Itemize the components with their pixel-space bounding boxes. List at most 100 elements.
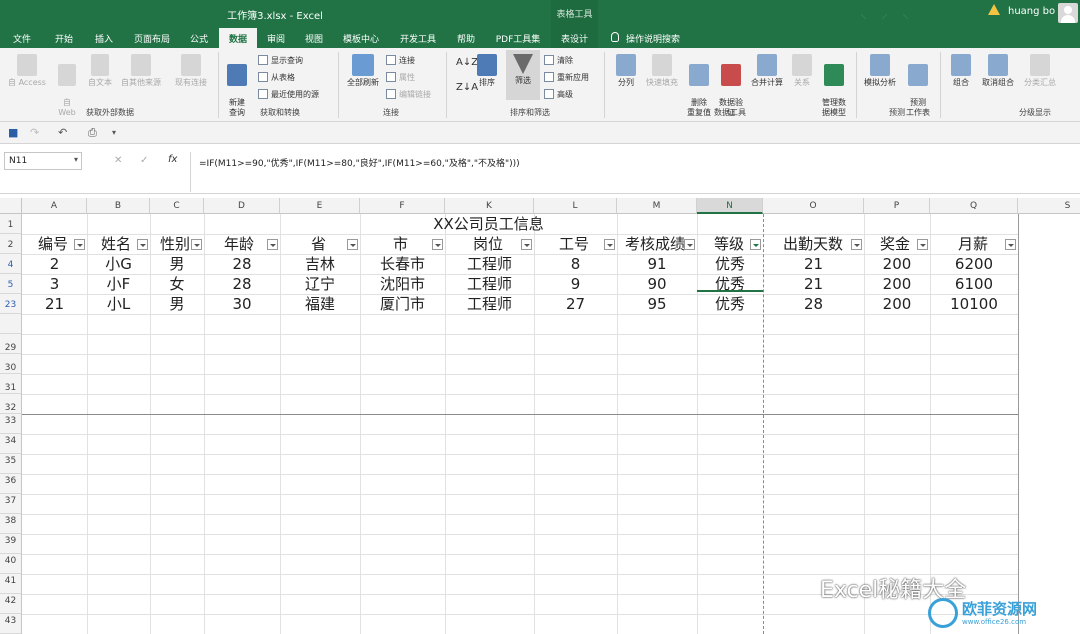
tab-formulas[interactable]: 公式: [180, 28, 218, 48]
table-cell[interactable]: 28: [204, 274, 280, 294]
table-cell[interactable]: 200: [864, 294, 930, 314]
chevron-down-icon[interactable]: ▾: [74, 155, 78, 164]
row-header-34[interactable]: 34: [0, 434, 22, 454]
filter-button[interactable]: 筛选: [506, 50, 540, 100]
filter-dropdown-icon[interactable]: [74, 239, 85, 250]
table-cell[interactable]: 30: [204, 294, 280, 314]
avatar[interactable]: [1058, 3, 1078, 23]
table-cell[interactable]: 工程师: [445, 274, 534, 294]
table-cell[interactable]: 10100: [930, 294, 1018, 314]
column-header-q[interactable]: Q: [930, 198, 1018, 214]
table-cell[interactable]: 8: [534, 254, 617, 274]
ungroup-button[interactable]: 取消组合: [978, 54, 1018, 88]
redo-icon[interactable]: ↷: [30, 126, 39, 139]
tab-page-layout[interactable]: 页面布局: [126, 28, 178, 48]
tab-review[interactable]: 审阅: [258, 28, 294, 48]
table-cell[interactable]: 辽宁: [280, 274, 360, 294]
row-header-4[interactable]: 4: [0, 254, 22, 274]
column-header-a[interactable]: A: [22, 198, 87, 214]
tab-pdf-tools[interactable]: PDF工具集: [488, 28, 548, 48]
properties-button[interactable]: 属性: [386, 72, 415, 83]
enter-icon[interactable]: ✓: [140, 155, 148, 166]
refresh-all-button[interactable]: 全部刷新: [342, 54, 384, 88]
show-queries-button[interactable]: 显示查询: [258, 55, 303, 66]
column-header-k[interactable]: K: [445, 198, 534, 214]
text-to-columns-button[interactable]: 分列: [612, 54, 640, 88]
select-all-button[interactable]: [0, 198, 22, 214]
tab-data[interactable]: 数据: [219, 28, 257, 48]
row-header-36[interactable]: 36: [0, 474, 22, 494]
row-header-32[interactable]: 32: [0, 394, 22, 414]
column-header-b[interactable]: B: [87, 198, 150, 214]
user-name[interactable]: huang bo: [1008, 6, 1055, 17]
tab-home[interactable]: 开始: [44, 28, 84, 48]
row-header-5[interactable]: 5: [0, 274, 22, 294]
filter-active-icon[interactable]: [750, 239, 761, 250]
existing-connections-button[interactable]: 现有连接: [170, 54, 212, 88]
table-cell[interactable]: 长春市: [360, 254, 445, 274]
filter-dropdown-icon[interactable]: [684, 239, 695, 250]
column-header-p[interactable]: P: [864, 198, 930, 214]
column-header-d[interactable]: D: [204, 198, 280, 214]
formula-input[interactable]: =IF(M11>=90,"优秀",IF(M11>=80,"良好",IF(M11>…: [190, 152, 1076, 192]
print-preview-icon[interactable]: ⎙: [88, 126, 97, 140]
table-cell[interactable]: 小G: [87, 254, 150, 274]
filter-dropdown-icon[interactable]: [191, 239, 202, 250]
table-cell[interactable]: 厦门市: [360, 294, 445, 314]
row-header-39[interactable]: 39: [0, 534, 22, 554]
table-cell[interactable]: 90: [617, 274, 697, 294]
tab-template-center[interactable]: 模板中心: [334, 28, 388, 48]
table-cell[interactable]: 沈阳市: [360, 274, 445, 294]
filter-dropdown-icon[interactable]: [137, 239, 148, 250]
filter-dropdown-icon[interactable]: [267, 239, 278, 250]
subtotal-button[interactable]: 分类汇总: [1020, 54, 1060, 88]
row-header-33[interactable]: 33: [0, 414, 22, 434]
filter-dropdown-icon[interactable]: [347, 239, 358, 250]
row-header-29[interactable]: 29: [0, 334, 22, 354]
from-text-button[interactable]: 自文本: [84, 54, 116, 88]
table-cell[interactable]: 6100: [930, 274, 1018, 294]
filter-dropdown-icon[interactable]: [851, 239, 862, 250]
worksheet-grid[interactable]: A B C D E F K L M N O P Q S 1 2 4 5 23 2…: [0, 194, 1080, 634]
sheet-title[interactable]: XX公司员工信息: [360, 214, 617, 234]
header-attendance[interactable]: 出勤天数: [763, 234, 864, 254]
clear-filter-button[interactable]: 清除: [544, 55, 573, 66]
row-header-41[interactable]: 41: [0, 574, 22, 594]
relationships-button[interactable]: 关系: [788, 54, 816, 88]
row-header-40[interactable]: 40: [0, 554, 22, 574]
edit-links-button[interactable]: 编辑链接: [386, 89, 431, 100]
name-box[interactable]: N11 ▾: [4, 152, 82, 170]
column-header-s[interactable]: S: [1018, 198, 1080, 214]
column-header-m[interactable]: M: [617, 198, 697, 214]
tab-insert[interactable]: 插入: [84, 28, 124, 48]
flash-fill-button[interactable]: 快速填充: [642, 54, 682, 88]
table-cell[interactable]: 男: [150, 254, 204, 274]
row-header-23[interactable]: 23: [0, 294, 22, 314]
manage-data-model-button[interactable]: 管理数 据模型: [818, 54, 850, 118]
row-header-37[interactable]: 37: [0, 494, 22, 514]
tab-view[interactable]: 视图: [296, 28, 332, 48]
table-cell[interactable]: 21: [22, 294, 87, 314]
table-cell[interactable]: 小F: [87, 274, 150, 294]
row-header-1[interactable]: 1: [0, 214, 22, 234]
undo-icon[interactable]: ↶: [58, 126, 67, 139]
table-cell[interactable]: 男: [150, 294, 204, 314]
table-cell[interactable]: 工程师: [445, 294, 534, 314]
row-header-38[interactable]: 38: [0, 514, 22, 534]
what-if-analysis-button[interactable]: 模拟分析: [860, 54, 900, 88]
table-cell[interactable]: 福建: [280, 294, 360, 314]
customize-qat-icon[interactable]: ▾: [112, 128, 116, 137]
group-button[interactable]: 组合: [946, 54, 976, 88]
row-header-42[interactable]: 42: [0, 594, 22, 614]
column-header-f[interactable]: F: [360, 198, 445, 214]
row-header-2[interactable]: 2: [0, 234, 22, 254]
from-other-sources-button[interactable]: 自其他来源: [116, 54, 166, 88]
table-cell[interactable]: 28: [204, 254, 280, 274]
cancel-icon[interactable]: ✕: [114, 155, 122, 166]
tab-file[interactable]: 文件: [4, 28, 40, 48]
reapply-button[interactable]: 重新应用: [544, 72, 589, 83]
table-cell[interactable]: 吉林: [280, 254, 360, 274]
table-cell[interactable]: 女: [150, 274, 204, 294]
advanced-filter-button[interactable]: 高级: [544, 89, 573, 100]
table-cell[interactable]: 27: [534, 294, 617, 314]
